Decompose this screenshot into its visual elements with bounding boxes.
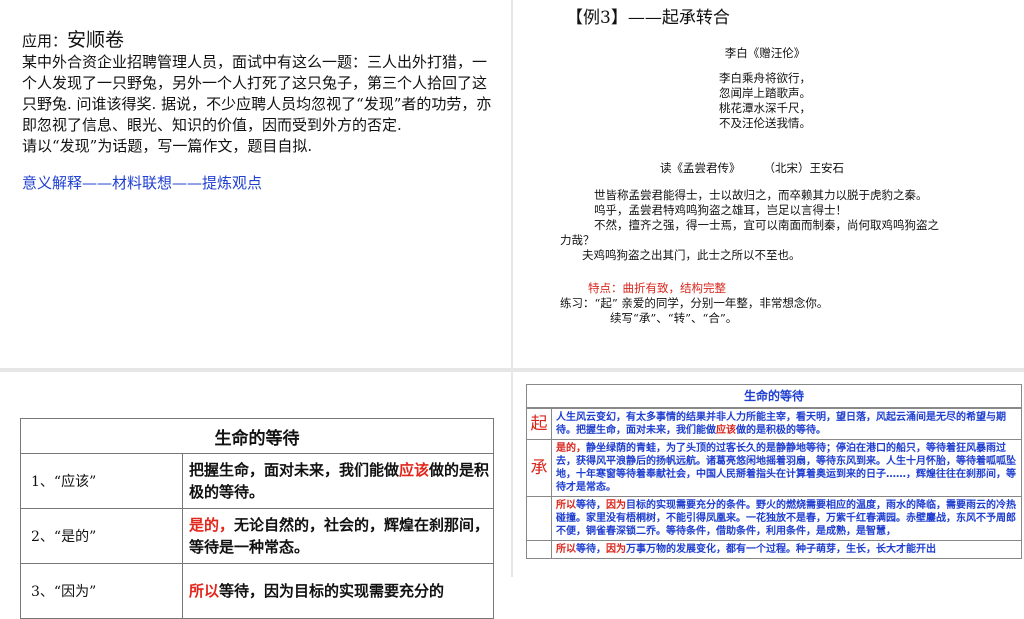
prompt-instruction: 请以“发现”为话题，写一篇作文，题目自拟. [22, 137, 313, 155]
row-text: 等待，因为目标的实现需要充分的 [219, 582, 445, 600]
essay-line: 力哉？ [560, 233, 595, 247]
table-title: 生命的等待 [20, 418, 494, 454]
essay: 世皆称孟尝君能得士，士以故归之，而卒赖其力以脱于虎豹之秦。 呜乎，孟尝君特鸡鸣狗… [560, 188, 1010, 263]
row-value: 是的，无论自然的，社会的，辉煌在刹那间，等待是一种常态。 [182, 508, 494, 564]
table-row: 所以等待，因为目标的实现需要充分的条件。野火的燃烧需要相应的温度，雨水的降临，需… [526, 496, 1022, 541]
application-heading: 应用：安顺卷 [22, 30, 492, 52]
row-key: 承 [526, 439, 552, 497]
row-highlight: 应该 [399, 461, 430, 479]
row-highlight: 是的， [189, 516, 235, 534]
row-key: 3、“因为” [20, 563, 183, 619]
row-content: 所以等待，因为目标的实现需要充分的条件。野火的燃烧需要相应的温度，雨水的降临，需… [551, 496, 1022, 541]
poem-title: 李白《赠汪伦》 [724, 46, 806, 60]
row-text: 静坐绿荫的青蛙，为了头顶的过客长久的是静静地等待；停泊在港口的船只，等待着狂风暴… [556, 443, 1016, 493]
table-title: 生命的等待 [526, 384, 1022, 408]
feature-note: 特点：曲折有致，结构完整 [588, 281, 726, 295]
row-highlight: 应该 [716, 425, 736, 436]
row-highlight: 所以 [189, 582, 220, 600]
essay-structure-table: 起人生风云变幻，有太多事情的结果并非人力所能主宰，看天明，望日落，风起云涌间是无… [526, 408, 1022, 559]
poem-line: 李白乘舟将欲行， [719, 71, 811, 85]
application-label: 应用： [22, 32, 68, 50]
essay-line: 呜乎，孟尝君特鸡鸣狗盗之雄耳，岂足以言得士！ [594, 203, 847, 217]
practice-line: 续写“承”、“转”、“合”。 [610, 311, 738, 325]
table-row: 1、“应该” 把握生命，面对未来，我们能做应该做的是积极的等待。 [20, 453, 494, 509]
application-title: 安顺卷 [67, 29, 125, 51]
row-content: 人生风云变幻，有太多事情的结果并非人力所能主宰，看天明，望日落，风起云涌间是无尽… [551, 408, 1022, 440]
table-row: 3、“因为” 所以等待，因为目标的实现需要充分的 [20, 563, 494, 619]
row-highlight: 因为 [606, 544, 626, 555]
poem-line: 不及汪伦送我情。 [719, 116, 811, 130]
essay-line: 世皆称孟尝君能得士，士以故归之，而卒赖其力以脱于虎豹之秦。 [594, 188, 928, 202]
essay-line: 夫鸡鸣狗盗之出其门，此士之所以不至也。 [582, 248, 801, 262]
row-text: 等待， [576, 544, 606, 555]
row-text: 做的是积极的等待。 [736, 425, 826, 436]
waiting-essay-table: 生命的等待 起人生风云变幻，有太多事情的结果并非人力所能主宰，看天明，望日落，风… [526, 384, 1022, 559]
row-key: 2、“是的” [20, 508, 183, 564]
practice-line: 练习：“起” 亲爱的同学，分别一年整，非常想念你。 [560, 296, 829, 310]
slide-top-right: 【例3】——起承转合 李白《赠汪伦》 李白乘舟将欲行， 忽闻岸上踏歌声。 桃花潭… [560, 6, 1010, 326]
row-text: 等待， [576, 500, 606, 511]
row-content: 是的，静坐绿荫的青蛙，为了头顶的过客长久的是静静地等待；停泊在港口的船只，等待着… [551, 439, 1022, 497]
essay-title: 读《孟尝君传》 （北宋）王安石 [660, 161, 844, 175]
row-key: 1、“应该” [20, 453, 183, 509]
row-value: 所以等待，因为目标的实现需要充分的 [182, 563, 494, 619]
poem-line: 忽闻岸上踏歌声。 [719, 86, 811, 100]
row-highlight: 因为 [606, 500, 626, 511]
row-text: 无论自然的，社会的，辉煌在刹那间，等待是一种常态。 [189, 516, 490, 556]
row-value: 把握生命，面对未来，我们能做应该做的是积极的等待。 [182, 453, 494, 509]
row-key: 起 [526, 408, 552, 440]
prompt-paragraph: 某中外合资企业招聘管理人员，面试中有这么一题：三人出外打猎，一个人发现了一只野兔… [22, 53, 492, 134]
slide-divider-horizontal [0, 368, 1024, 372]
slide-top-left: 应用：安顺卷 某中外合资企业招聘管理人员，面试中有这么一题：三人出外打猎，一个人… [22, 30, 492, 194]
row-key [526, 540, 552, 559]
row-highlight: 所以 [556, 544, 576, 555]
row-key [526, 496, 552, 541]
essay-line: 不然，擅齐之强，得一士焉，宜可以南面而制秦，尚何取鸡鸣狗盗之 [594, 218, 939, 232]
row-highlight: 所以 [556, 500, 576, 511]
table-row: 起人生风云变幻，有太多事情的结果并非人力所能主宰，看天明，望日落，风起云涌间是无… [526, 408, 1022, 440]
row-text: 万事万物的发展变化，都有一个过程。种子萌芽，生长，长大才能开出 [626, 544, 936, 555]
table-row: 所以等待，因为万事万物的发展变化，都有一个过程。种子萌芽，生长，长大才能开出 [526, 540, 1022, 559]
poem: 李白乘舟将欲行， 忽闻岸上踏歌声。 桃花潭水深千尺， 不及汪伦送我情。 [520, 71, 1010, 131]
example-heading: 【例3】——起承转合 [566, 8, 730, 28]
table-row: 承是的，静坐绿荫的青蛙，为了头顶的过客长久的是静静地等待；停泊在港口的船只，等待… [526, 439, 1022, 497]
slide-divider-vertical [511, 0, 513, 577]
table-row: 2、“是的” 是的，无论自然的，社会的，辉煌在刹那间，等待是一种常态。 [20, 508, 494, 564]
method-line: 意义解释——材料联想——提炼观点 [22, 174, 263, 192]
row-content: 所以等待，因为万事万物的发展变化，都有一个过程。种子萌芽，生长，长大才能开出 [551, 540, 1022, 559]
row-highlight: 是的， [556, 443, 586, 454]
waiting-outline-table: 生命的等待 1、“应该” 把握生命，面对未来，我们能做应该做的是积极的等待。 2… [20, 418, 494, 619]
poem-line: 桃花潭水深千尺， [719, 101, 811, 115]
row-text: 把握生命，面对未来，我们能做 [189, 461, 400, 479]
